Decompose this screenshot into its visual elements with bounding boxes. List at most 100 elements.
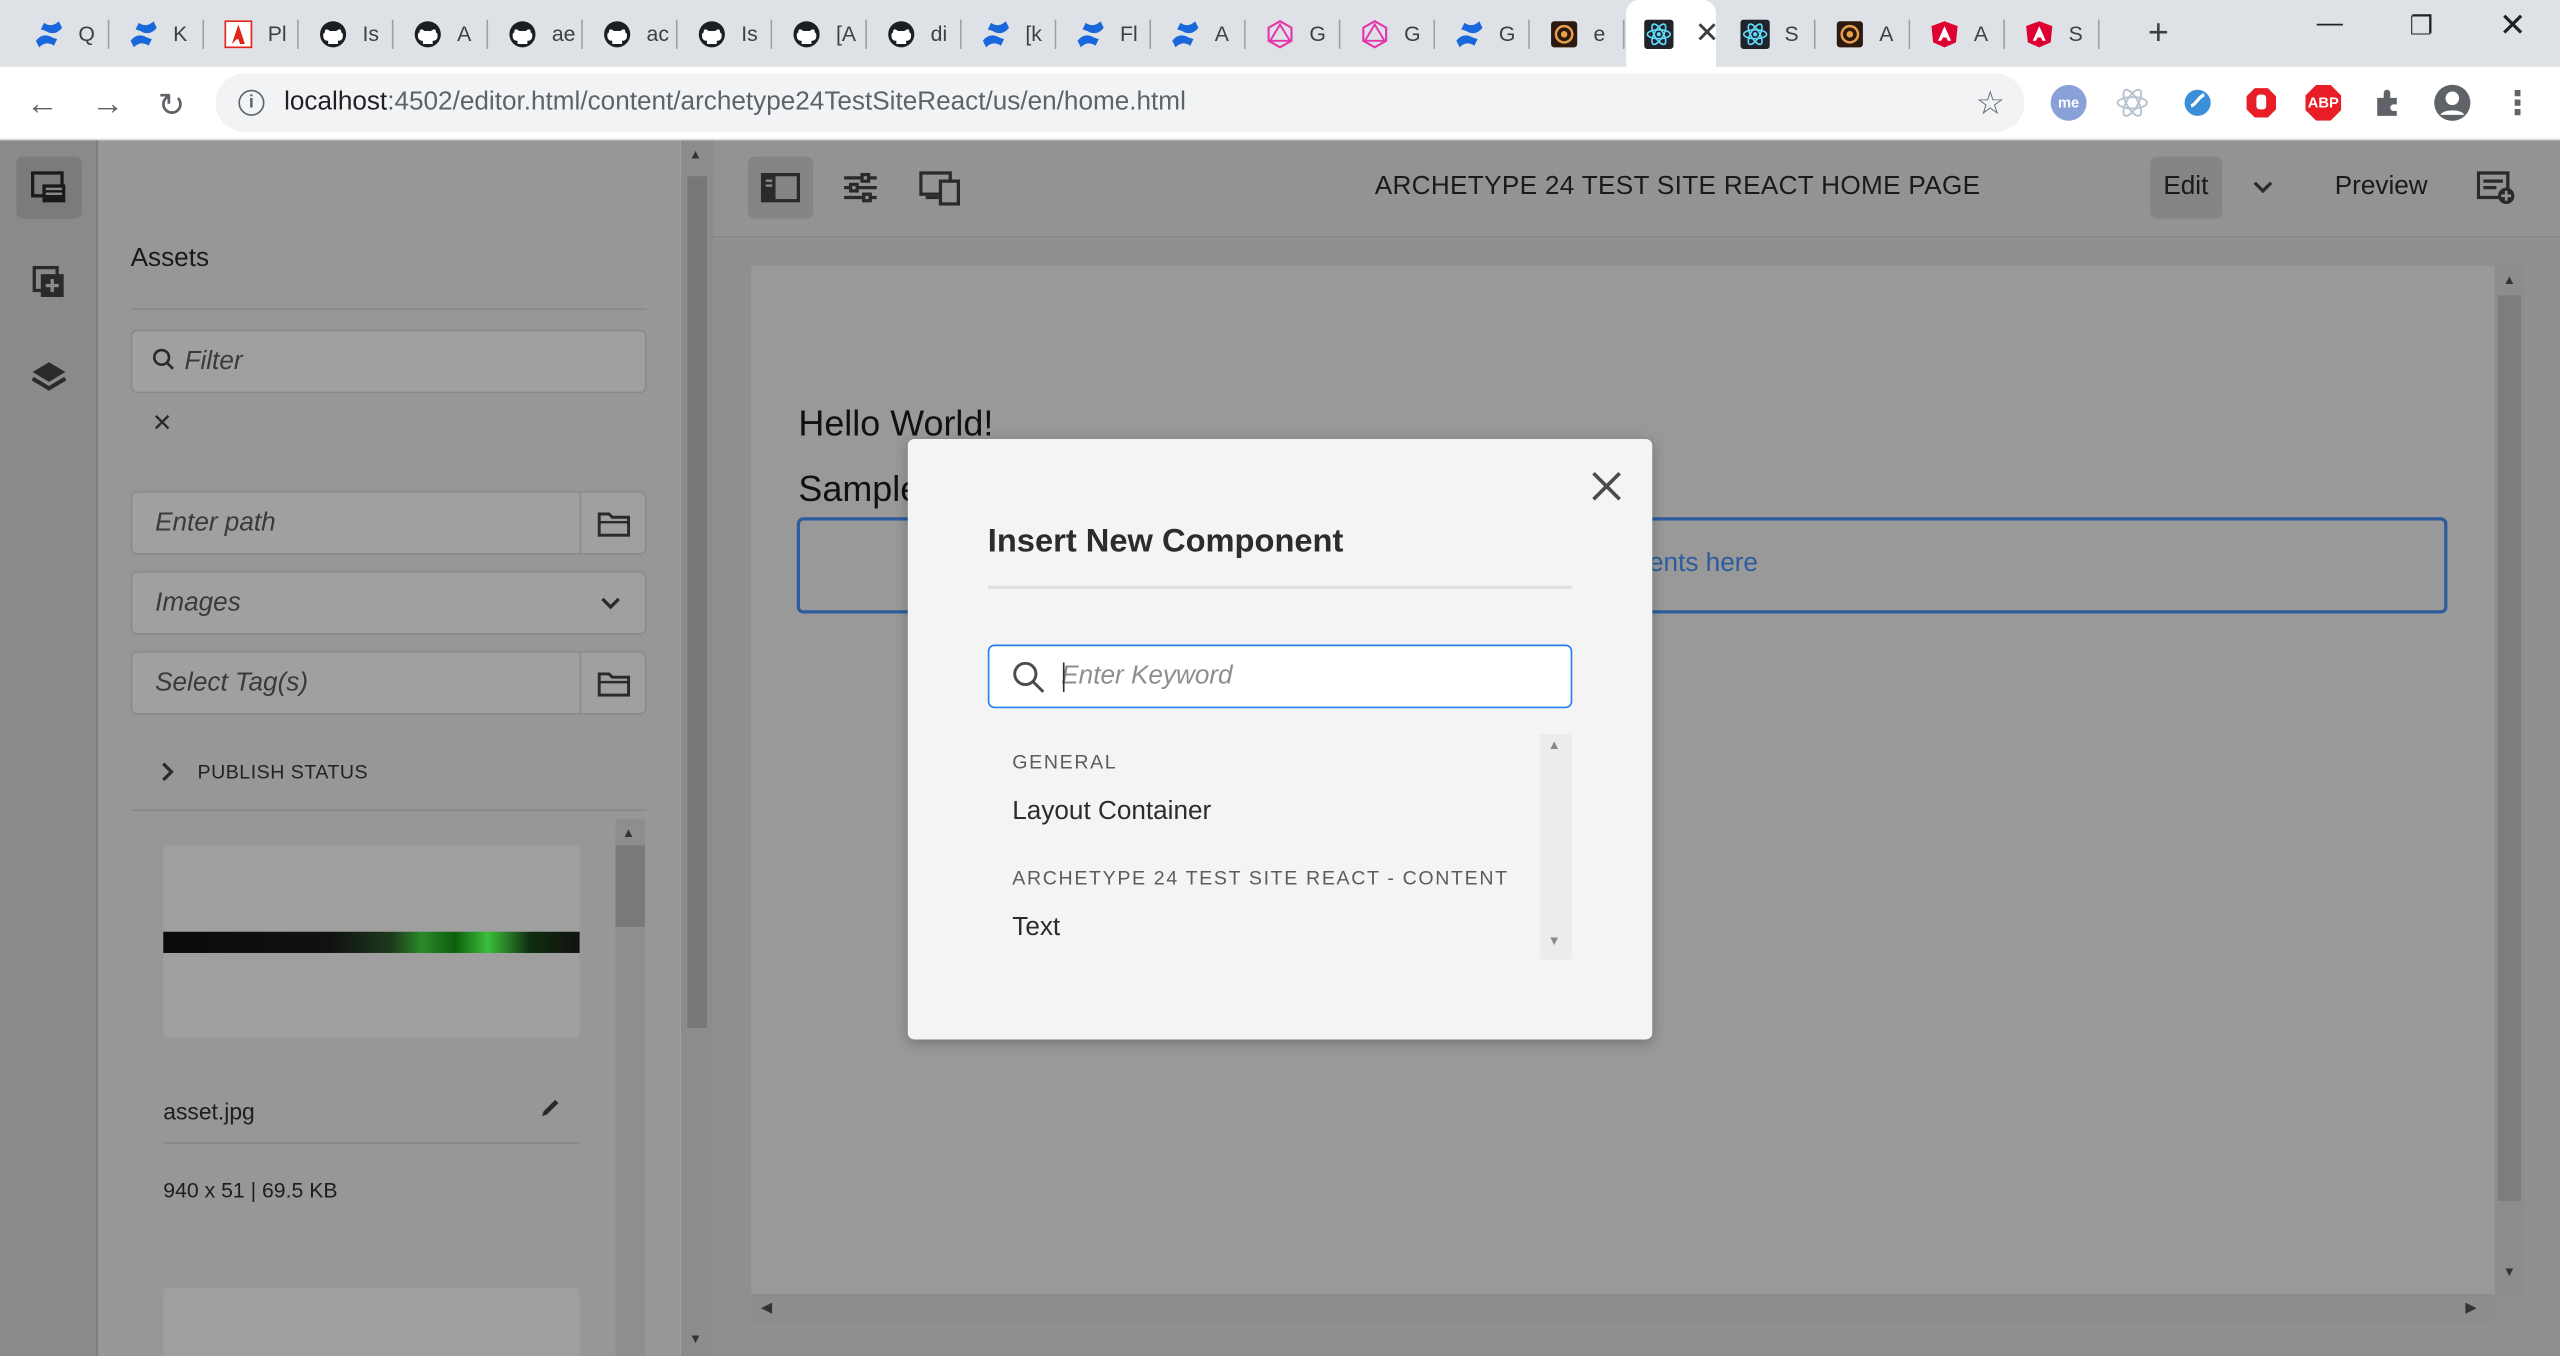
search-placeholder: Enter Keyword: [1061, 661, 1233, 690]
scrollbar-thumb[interactable]: [2498, 295, 2521, 1202]
bookmark-star-icon[interactable]: ☆: [1976, 83, 2005, 124]
extensions-puzzle-icon[interactable]: [2369, 83, 2408, 122]
tab-title: G: [1309, 21, 1326, 46]
edit-mode-button[interactable]: Edit: [2150, 156, 2222, 219]
dialog-title: Insert New Component: [987, 523, 1344, 560]
tab-title: [k: [1025, 21, 1042, 46]
chevron-down-icon: [599, 591, 622, 622]
list-item-layout-container[interactable]: Layout Container: [1012, 798, 1211, 827]
preview-button[interactable]: Preview: [2322, 157, 2441, 219]
tab-separator: [865, 19, 867, 49]
browser-tab[interactable]: G: [1437, 7, 1530, 61]
browser-tab[interactable]: Pl: [206, 7, 299, 61]
tags-input[interactable]: Select Tag(s): [130, 651, 647, 715]
browser-tab[interactable]: [A: [774, 7, 867, 61]
github-icon: [506, 17, 539, 50]
globe-extension-icon[interactable]: [2178, 83, 2217, 122]
scrollbar-thumb[interactable]: [687, 176, 707, 1029]
folder-browse-icon[interactable]: [579, 492, 645, 554]
canvas-horizontal-scrollbar[interactable]: ◀ ▶: [751, 1294, 2495, 1324]
scroll-up-arrow[interactable]: ▲: [689, 147, 702, 162]
filter-input[interactable]: Filter: [130, 329, 647, 394]
asset-list-scrollbar[interactable]: ▲: [615, 819, 645, 1356]
keyword-search-input[interactable]: Enter Keyword: [987, 644, 1573, 709]
scroll-down-arrow[interactable]: ▼: [1548, 933, 1561, 948]
me-extension-icon[interactable]: me: [2049, 83, 2088, 122]
assets-finder-icon[interactable]: [16, 156, 82, 219]
tags-browse-icon[interactable]: [579, 652, 645, 714]
panel-scrollbar[interactable]: ▲ ▼: [680, 140, 714, 1356]
block-extension-icon[interactable]: [2242, 83, 2281, 122]
browser-toolbar: ← → ↻ i localhost:4502/editor.html/conte…: [0, 66, 2560, 141]
browser-tab[interactable]: Is: [679, 7, 773, 61]
close-tab-icon[interactable]: ✕: [1695, 16, 1716, 50]
tab-separator: [675, 19, 678, 49]
browser-tab[interactable]: Fl: [1058, 7, 1152, 61]
page-properties-icon[interactable]: [828, 157, 893, 219]
scroll-down-arrow[interactable]: ▼: [2503, 1265, 2516, 1280]
browser-tab[interactable]: e: [1531, 7, 1625, 61]
clear-filter-icon[interactable]: ✕: [152, 408, 173, 438]
scroll-left-arrow[interactable]: ◀: [761, 1299, 772, 1317]
profile-avatar-icon[interactable]: [2433, 83, 2472, 122]
react-devtools-icon[interactable]: [2113, 83, 2152, 122]
scroll-up-arrow[interactable]: ▲: [1548, 738, 1561, 753]
scrollbar-thumb[interactable]: [615, 845, 645, 927]
browser-tab[interactable]: A: [1153, 7, 1246, 61]
back-icon[interactable]: ←: [20, 82, 66, 128]
restore-icon[interactable]: ❐: [2384, 10, 2459, 43]
path-input[interactable]: Enter path: [130, 491, 647, 555]
components-icon[interactable]: [16, 251, 81, 313]
chevron-right-icon[interactable]: [160, 760, 176, 791]
minimize-icon[interactable]: —: [2292, 10, 2367, 39]
assets-panel-title: Assets: [130, 244, 210, 273]
edit-pencil-icon[interactable]: [539, 1097, 562, 1128]
browser-tab[interactable]: Is: [300, 7, 394, 61]
canvas-vertical-scrollbar[interactable]: ▲ ▼: [2494, 265, 2525, 1295]
scroll-up-arrow[interactable]: ▲: [622, 826, 635, 841]
scroll-up-arrow[interactable]: ▲: [2503, 273, 2516, 288]
emulator-icon[interactable]: [908, 157, 973, 219]
browser-tab[interactable]: A: [1912, 7, 2005, 61]
tab-separator: [391, 19, 394, 49]
publish-page-icon[interactable]: [2464, 157, 2529, 219]
asset-thumbnail[interactable]: [163, 845, 580, 1038]
browser-tab[interactable]: ae: [490, 7, 583, 61]
browser-tab[interactable]: A: [395, 7, 489, 61]
publish-status-label[interactable]: PUBLISH STATUS: [198, 760, 369, 783]
close-window-icon[interactable]: ✕: [2475, 5, 2550, 46]
browser-tab[interactable]: G: [1247, 7, 1341, 61]
address-bar[interactable]: i localhost:4502/editor.html/content/arc…: [215, 73, 2025, 133]
browser-tab[interactable]: [k: [963, 7, 1057, 61]
scroll-down-arrow[interactable]: ▼: [689, 1332, 702, 1347]
list-item-text[interactable]: Text: [1012, 914, 1060, 943]
chevron-down-icon[interactable]: [2251, 176, 2274, 207]
url-path: :4502/editor.html/content/archetype24Tes…: [387, 88, 1186, 116]
toggle-side-panel-icon[interactable]: [747, 156, 814, 219]
browser-tab[interactable]: di: [869, 7, 962, 61]
list-scrollbar[interactable]: ▲ ▼: [1539, 734, 1573, 960]
browser-tab[interactable]: S: [1722, 7, 1816, 61]
browser-tab[interactable]: ✕: [1626, 0, 1716, 67]
forward-icon[interactable]: →: [85, 82, 131, 128]
site-info-icon[interactable]: i: [238, 89, 265, 116]
browser-tab[interactable]: S: [2007, 7, 2100, 61]
adblock-plus-icon[interactable]: ABP: [2304, 83, 2343, 122]
reload-icon[interactable]: ↻: [149, 82, 195, 128]
close-icon[interactable]: [1587, 467, 1626, 506]
tab-separator: [1813, 19, 1816, 49]
browser-menu-icon[interactable]: ⋮: [2498, 83, 2537, 122]
scroll-right-arrow[interactable]: ▶: [2465, 1299, 2476, 1317]
browser-tab[interactable]: K: [111, 7, 205, 61]
sample-text[interactable]: Sample: [798, 468, 920, 510]
asset-thumbnail-next[interactable]: [163, 1287, 580, 1356]
tab-title: Is: [741, 21, 758, 46]
asset-type-select[interactable]: Images: [130, 571, 647, 635]
tab-title: A: [457, 21, 472, 46]
new-tab-button[interactable]: +: [2139, 12, 2178, 52]
browser-tab[interactable]: Q: [16, 7, 110, 61]
browser-tab[interactable]: G: [1342, 7, 1436, 61]
browser-tab[interactable]: A: [1817, 7, 1911, 61]
browser-tab[interactable]: ac: [585, 7, 678, 61]
layers-icon[interactable]: [16, 346, 81, 408]
